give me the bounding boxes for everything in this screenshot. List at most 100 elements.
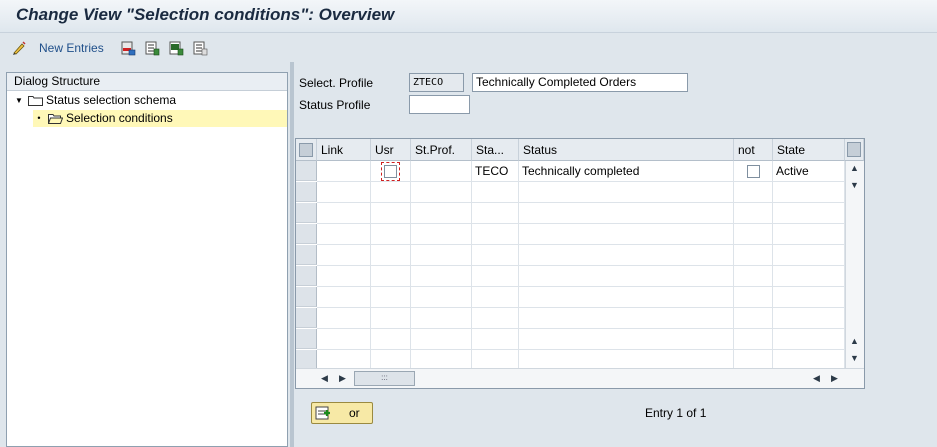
empty-cell[interactable] xyxy=(734,245,773,266)
empty-cell[interactable] xyxy=(317,182,371,203)
or-button[interactable]: or xyxy=(311,402,373,424)
empty-cell[interactable] xyxy=(734,287,773,308)
empty-cell[interactable] xyxy=(773,182,845,203)
empty-cell[interactable] xyxy=(411,266,472,287)
empty-cell[interactable] xyxy=(773,203,845,224)
empty-cell[interactable] xyxy=(519,245,734,266)
pane-splitter[interactable] xyxy=(290,62,294,447)
empty-cell[interactable] xyxy=(773,224,845,245)
horizontal-scrollbar[interactable]: ◀ ▶ ::: ◀ ▶ xyxy=(296,368,864,388)
empty-cell[interactable] xyxy=(371,266,411,287)
select-block-button[interactable] xyxy=(168,39,184,57)
page-down-icon[interactable]: ▼ xyxy=(850,353,859,363)
empty-cell[interactable] xyxy=(734,203,773,224)
empty-cell[interactable] xyxy=(371,224,411,245)
column-header-status[interactable]: Status xyxy=(519,139,734,161)
empty-cell[interactable] xyxy=(519,266,734,287)
empty-cell[interactable] xyxy=(734,182,773,203)
scroll-up-icon[interactable]: ▲ xyxy=(850,163,859,173)
select-all-button[interactable] xyxy=(144,39,160,57)
column-header-st-prof[interactable]: St.Prof. xyxy=(411,139,472,161)
empty-cell[interactable] xyxy=(371,245,411,266)
cell-sta[interactable]: TECO xyxy=(472,161,519,182)
cell-usr[interactable] xyxy=(371,161,411,182)
cell-not[interactable] xyxy=(734,161,773,182)
empty-cell[interactable] xyxy=(519,203,734,224)
empty-cell[interactable] xyxy=(371,308,411,329)
column-header-usr[interactable]: Usr xyxy=(371,139,411,161)
empty-cell[interactable] xyxy=(472,308,519,329)
scroll-thumb[interactable]: ::: xyxy=(354,371,415,386)
empty-cell[interactable] xyxy=(734,308,773,329)
empty-cell[interactable] xyxy=(519,287,734,308)
empty-cell[interactable] xyxy=(411,203,472,224)
empty-cell[interactable] xyxy=(411,287,472,308)
row-selector[interactable] xyxy=(296,350,317,370)
tree-item-status-selection-schema[interactable]: ▼ Status selection schema xyxy=(13,92,287,109)
row-selector[interactable] xyxy=(296,245,317,265)
scroll-left-icon[interactable]: ◀ xyxy=(321,373,328,384)
row-selector[interactable] xyxy=(296,287,317,307)
column-header-state[interactable]: State xyxy=(773,139,845,161)
empty-cell[interactable] xyxy=(472,245,519,266)
empty-cell[interactable] xyxy=(773,266,845,287)
empty-cell[interactable] xyxy=(519,182,734,203)
copy-as-button[interactable] xyxy=(120,39,136,57)
empty-cell[interactable] xyxy=(411,245,472,266)
empty-cell[interactable] xyxy=(519,224,734,245)
empty-cell[interactable] xyxy=(734,266,773,287)
empty-cell[interactable] xyxy=(773,308,845,329)
row-selector[interactable] xyxy=(296,224,317,244)
usr-checkbox[interactable] xyxy=(384,165,397,178)
empty-cell[interactable] xyxy=(411,329,472,350)
row-selector[interactable] xyxy=(296,182,317,202)
empty-cell[interactable] xyxy=(411,224,472,245)
scroll-far-left-icon[interactable]: ◀ xyxy=(813,373,820,384)
select-all-rows-cell[interactable] xyxy=(296,139,317,161)
row-selector[interactable] xyxy=(296,329,317,349)
vertical-scrollbar[interactable]: ▲ ▼ ▲ ▼ xyxy=(845,161,864,369)
empty-cell[interactable] xyxy=(773,245,845,266)
cell-st-prof[interactable] xyxy=(411,161,472,182)
empty-cell[interactable] xyxy=(773,287,845,308)
empty-cell[interactable] xyxy=(371,329,411,350)
scroll-right-icon[interactable]: ▶ xyxy=(339,373,346,384)
status-profile-field[interactable] xyxy=(409,95,470,114)
empty-cell[interactable] xyxy=(472,287,519,308)
empty-cell[interactable] xyxy=(371,182,411,203)
empty-cell[interactable] xyxy=(472,182,519,203)
empty-cell[interactable] xyxy=(371,287,411,308)
deselect-all-button[interactable] xyxy=(192,39,208,57)
row-selector[interactable] xyxy=(296,203,317,223)
expand-arrow-icon[interactable]: ▼ xyxy=(13,92,25,109)
empty-cell[interactable] xyxy=(472,224,519,245)
tree-item-selection-conditions[interactable]: • Selection conditions xyxy=(33,110,287,127)
row-selector[interactable] xyxy=(296,161,317,181)
column-header-sta[interactable]: Sta... xyxy=(472,139,519,161)
empty-cell[interactable] xyxy=(734,329,773,350)
empty-cell[interactable] xyxy=(472,266,519,287)
row-selector[interactable] xyxy=(296,308,317,328)
empty-cell[interactable] xyxy=(317,203,371,224)
empty-cell[interactable] xyxy=(519,329,734,350)
empty-cell[interactable] xyxy=(411,308,472,329)
scroll-far-right-icon[interactable]: ▶ xyxy=(831,373,838,384)
empty-cell[interactable] xyxy=(773,329,845,350)
empty-cell[interactable] xyxy=(317,245,371,266)
scroll-down-icon[interactable]: ▼ xyxy=(850,180,859,190)
empty-cell[interactable] xyxy=(317,266,371,287)
new-entries-button[interactable]: New Entries xyxy=(11,39,104,57)
column-settings-button[interactable] xyxy=(845,139,864,161)
empty-cell[interactable] xyxy=(411,182,472,203)
cell-link[interactable] xyxy=(317,161,371,182)
not-checkbox[interactable] xyxy=(747,165,760,178)
empty-cell[interactable] xyxy=(472,329,519,350)
column-header-link[interactable]: Link xyxy=(317,139,371,161)
page-up-icon[interactable]: ▲ xyxy=(850,336,859,346)
row-selector[interactable] xyxy=(296,266,317,286)
empty-cell[interactable] xyxy=(317,329,371,350)
empty-cell[interactable] xyxy=(734,224,773,245)
empty-cell[interactable] xyxy=(317,224,371,245)
empty-cell[interactable] xyxy=(472,203,519,224)
empty-cell[interactable] xyxy=(317,308,371,329)
